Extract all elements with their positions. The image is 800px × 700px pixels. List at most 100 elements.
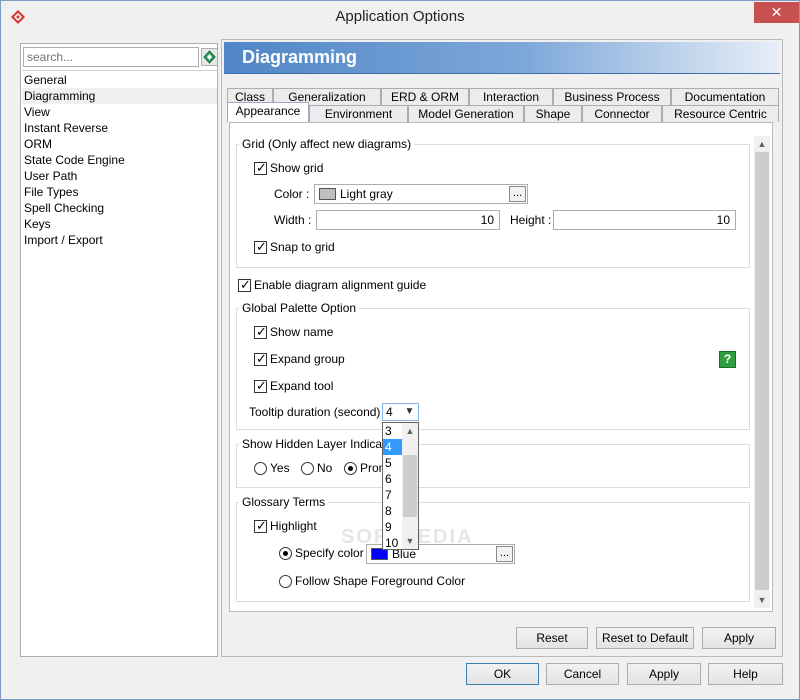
panel-apply-button[interactable]: Apply <box>702 627 776 649</box>
check-icon: ✓ <box>256 324 267 339</box>
dialog-apply-button[interactable]: Apply <box>627 663 701 685</box>
sidebar-item-diagramming[interactable]: Diagramming <box>22 88 217 104</box>
scroll-down-icon[interactable]: ▼ <box>754 592 770 608</box>
panel-title: Diagramming <box>242 47 358 67</box>
title-bar: Application Options ✕ <box>1 1 799 33</box>
check-icon: ✓ <box>256 160 267 175</box>
alignment-guide-checkbox[interactable]: ✓ <box>238 277 251 292</box>
dropdown-option-9[interactable]: 9 <box>383 519 402 535</box>
dropdown-option-8[interactable]: 8 <box>383 503 402 519</box>
close-button[interactable]: ✕ <box>754 2 799 23</box>
dropdown-scroll-thumb[interactable] <box>403 455 417 517</box>
check-icon: ✓ <box>256 351 267 366</box>
grid-color-field[interactable]: Light gray ... <box>314 184 528 204</box>
sidebar-item-orm[interactable]: ORM <box>22 136 217 152</box>
follow-shape-label: Follow Shape Foreground Color <box>295 574 466 588</box>
grid-group-title: Grid (Only affect new diagrams) <box>239 137 415 151</box>
tab-connector[interactable]: Connector <box>582 105 662 122</box>
search-button[interactable] <box>201 48 218 66</box>
hidden-layer-no-label: No <box>317 461 333 475</box>
hidden-layer-group-title: Show Hidden Layer Indicator <box>239 437 400 451</box>
glossary-color-picker-button[interactable]: ... <box>496 546 513 562</box>
tab-environment[interactable]: Environment <box>309 105 408 122</box>
tab-shape[interactable]: Shape <box>524 105 582 122</box>
radio-dot <box>283 551 288 556</box>
content-scrollbar[interactable]: ▲ ▼ <box>754 136 770 608</box>
tooltip-duration-select[interactable]: 4 ▼ <box>382 403 419 421</box>
grid-height-input[interactable]: 10 <box>553 210 736 230</box>
snap-to-grid-label: Snap to grid <box>270 240 335 254</box>
cancel-button[interactable]: Cancel <box>546 663 619 685</box>
sidebar-item-user-path[interactable]: User Path <box>22 168 217 184</box>
sidebar-item-keys[interactable]: Keys <box>22 216 217 232</box>
tab-model-generation[interactable]: Model Generation <box>408 105 524 122</box>
dropdown-option-5[interactable]: 5 <box>383 455 402 471</box>
tab-appearance[interactable]: Appearance <box>227 102 309 122</box>
dropdown-option-6[interactable]: 6 <box>383 471 402 487</box>
grid-width-input[interactable]: 10 <box>316 210 500 230</box>
sidebar-item-view[interactable]: View <box>22 104 217 120</box>
check-icon: ✓ <box>240 277 251 292</box>
hidden-layer-no-radio[interactable] <box>301 462 314 475</box>
tab-resource-centric[interactable]: Resource Centric <box>662 105 779 122</box>
check-icon: ✓ <box>256 378 267 393</box>
highlight-label: Highlight <box>270 519 317 533</box>
sidebar-item-general[interactable]: General <box>22 72 217 88</box>
tooltip-duration-dropdown: 3 4 5 6 7 8 9 10 ▲ ▼ <box>382 422 419 550</box>
category-list: General Diagramming View Instant Reverse… <box>22 70 217 656</box>
dropdown-scrollbar[interactable]: ▲ ▼ <box>402 423 418 549</box>
color-label: Color : <box>274 187 310 201</box>
sidebar-item-instant-reverse[interactable]: Instant Reverse <box>22 120 217 136</box>
tab-erd-orm[interactable]: ERD & ORM <box>381 88 469 105</box>
diamond-search-icon <box>203 50 216 64</box>
expand-group-checkbox[interactable]: ✓ <box>254 351 267 366</box>
ok-button[interactable]: OK <box>466 663 539 685</box>
expand-tool-checkbox[interactable]: ✓ <box>254 378 267 393</box>
sidebar-item-import-export[interactable]: Import / Export <box>22 232 217 248</box>
expand-group-label: Expand group <box>270 352 345 366</box>
width-label: Width : <box>274 213 312 227</box>
expand-tool-label: Expand tool <box>270 379 334 393</box>
dropdown-option-4[interactable]: 4 <box>383 439 402 455</box>
glossary-group-title: Glossary Terms <box>239 495 329 509</box>
options-window: Application Options ✕ General Diagrammin… <box>0 0 800 700</box>
help-button[interactable]: Help <box>708 663 783 685</box>
show-name-label: Show name <box>270 325 334 339</box>
sidebar-item-spell-checking[interactable]: Spell Checking <box>22 200 217 216</box>
dropdown-option-3[interactable]: 3 <box>383 423 402 439</box>
grid-color-picker-button[interactable]: ... <box>509 186 526 202</box>
dropdown-scroll-up-icon[interactable]: ▲ <box>402 423 418 439</box>
show-grid-checkbox[interactable]: ✓ <box>254 160 267 175</box>
help-icon[interactable]: ? <box>719 351 736 368</box>
category-panel: General Diagramming View Instant Reverse… <box>20 43 218 657</box>
reset-button[interactable]: Reset <box>516 627 588 649</box>
tooltip-duration-label: Tooltip duration (second) : <box>249 405 388 419</box>
snap-to-grid-checkbox[interactable]: ✓ <box>254 239 267 254</box>
chevron-down-icon: ▼ <box>404 406 415 417</box>
close-icon: ✕ <box>770 4 783 20</box>
show-name-checkbox[interactable]: ✓ <box>254 324 267 339</box>
hidden-layer-prompt-radio[interactable] <box>344 462 357 475</box>
scroll-thumb[interactable] <box>755 152 769 590</box>
highlight-checkbox[interactable]: ✓ <box>254 518 267 533</box>
radio-dot <box>348 466 353 471</box>
dropdown-option-10[interactable]: 10 <box>383 535 402 551</box>
dropdown-option-7[interactable]: 7 <box>383 487 402 503</box>
follow-shape-radio[interactable] <box>279 575 292 588</box>
tab-interaction[interactable]: Interaction <box>469 88 553 105</box>
sidebar-item-state-code-engine[interactable]: State Code Engine <box>22 152 217 168</box>
window-title: Application Options <box>335 8 465 25</box>
panel-banner: Diagramming <box>224 42 780 74</box>
reset-to-default-button[interactable]: Reset to Default <box>596 627 694 649</box>
search-input[interactable] <box>23 47 199 67</box>
hidden-layer-yes-radio[interactable] <box>254 462 267 475</box>
scroll-up-icon[interactable]: ▲ <box>754 136 770 152</box>
grid-color-value: Light gray <box>340 187 393 201</box>
tab-documentation[interactable]: Documentation <box>671 88 779 105</box>
specify-color-radio[interactable] <box>279 547 292 560</box>
sidebar-item-file-types[interactable]: File Types <box>22 184 217 200</box>
tab-business-process[interactable]: Business Process <box>553 88 671 105</box>
palette-group-title: Global Palette Option <box>239 301 360 315</box>
dropdown-scroll-down-icon[interactable]: ▼ <box>402 533 418 549</box>
check-icon: ✓ <box>256 518 267 533</box>
